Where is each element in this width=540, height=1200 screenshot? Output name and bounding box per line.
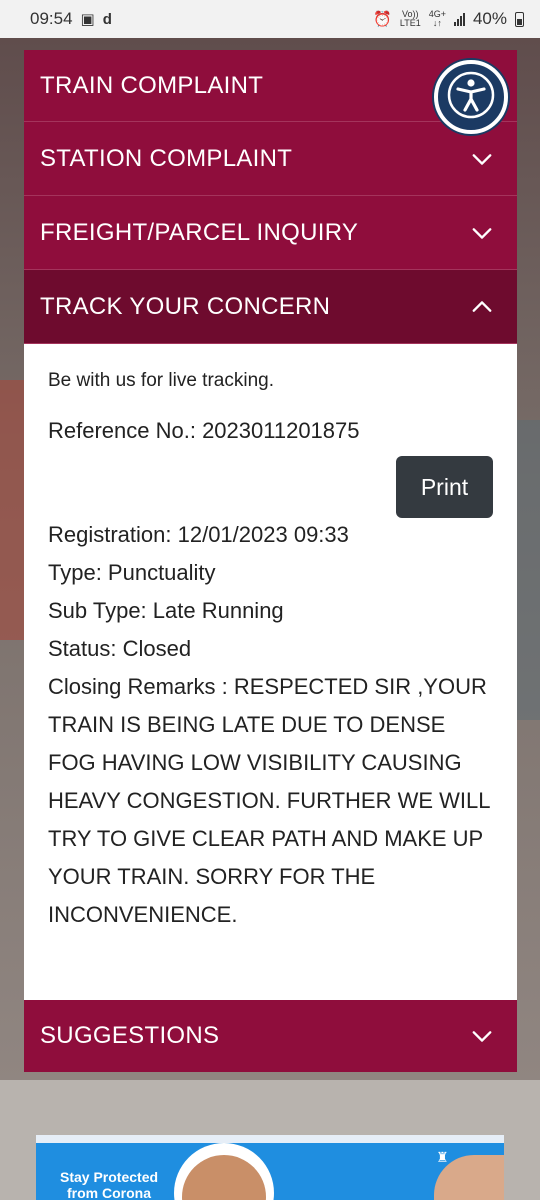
status-bar: 09:54 ▣ d ⏰ Vo)) LTE1 4G+ ↓↑ 40% [0,0,540,38]
track-concern-content: Be with us for live tracking. Reference … [24,344,517,1000]
chevron-up-icon [471,296,493,318]
accordion-suggestions[interactable]: SUGGESTIONS [24,1000,517,1072]
app-d-icon: d [102,10,112,28]
complaint-type: Type: Punctuality [48,560,216,585]
message-icon: ▣ [80,11,95,28]
complaint-sub-type: Sub Type: Late Running [48,598,284,623]
complaint-details: Registration: 12/01/2023 09:33 Type: Pun… [48,516,493,934]
print-button[interactable]: Print [396,456,493,518]
accessibility-button[interactable] [434,60,508,134]
closing-remarks: Closing Remarks : RESPECTED SIR ,YOUR TR… [48,674,490,927]
accordion-label: TRACK YOUR CONCERN [40,292,331,320]
accordion-label: STATION COMPLAINT [40,144,293,172]
person-image [174,1143,274,1200]
corona-banner[interactable]: Stay Protected from Corona ♜ [36,1135,504,1200]
accordion-label: SUGGESTIONS [40,1022,220,1049]
government-emblem-icon: ♜ [436,1149,449,1165]
accordion-label: TRAIN COMPLAINT [40,71,264,99]
tracking-intro: Be with us for live tracking. [48,370,274,391]
alarm-icon: ⏰ [373,11,392,28]
volte-indicator: Vo)) LTE1 [399,9,421,28]
chevron-down-icon [471,222,493,244]
reference-number: Reference No.: 2023011201875 [48,418,360,443]
network-gen-indicator: 4G+ ↓↑ [428,9,446,28]
complaint-status: Status: Closed [48,636,192,661]
chevron-down-icon [471,1025,493,1047]
complaint-accordion: TRAIN COMPLAINT STATION COMPLAINT FREIGH… [24,50,517,1072]
accordion-station-complaint[interactable]: STATION COMPLAINT [24,122,517,196]
accordion-track-concern[interactable]: TRACK YOUR CONCERN [24,270,517,344]
accordion-freight-inquiry[interactable]: FREIGHT/PARCEL INQUIRY [24,196,517,270]
battery-icon [515,11,524,27]
banner-text: Stay Protected from Corona [60,1169,159,1200]
registration-date: Registration: 12/01/2023 09:33 [48,522,349,547]
accordion-label: FREIGHT/PARCEL INQUIRY [40,218,359,246]
chevron-down-icon [471,148,493,170]
accessibility-icon [445,69,497,126]
battery-percent: 40% [472,9,507,28]
clock: 09:54 [30,9,73,28]
signal-icon [453,12,465,26]
